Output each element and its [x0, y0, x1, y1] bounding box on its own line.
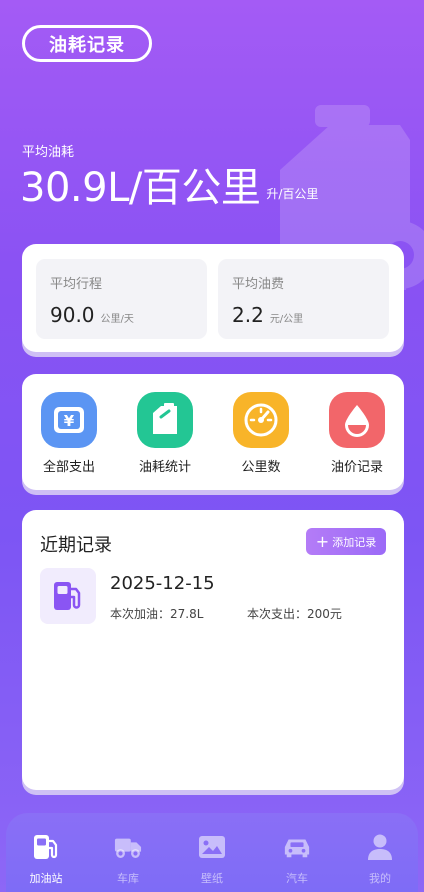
quick-actions-card: ¥ 全部支出 油耗统计 公里数 油价记录	[22, 374, 404, 490]
avg-trip-unit: 公里/天	[100, 314, 134, 325]
avg-trip-value-row: 90.0 公里/天	[50, 303, 134, 327]
action-mileage[interactable]: 公里数	[226, 392, 296, 475]
avg-trip-box: 平均行程 90.0 公里/天	[36, 259, 207, 339]
avg-consumption-value: 30.9L/百公里	[20, 165, 261, 211]
avg-trip-value: 90.0	[50, 303, 95, 327]
oil-drop-icon	[329, 392, 385, 448]
avg-fuel-cost-value-row: 2.2 元/公里	[232, 303, 303, 327]
action-mileage-label: 公里数	[241, 460, 281, 475]
tab-garage[interactable]: 车库	[98, 833, 158, 886]
avg-fuel-cost-box: 平均油费 2.2 元/公里	[218, 259, 389, 339]
avg-consumption: 30.9L/百公里 升/百公里	[20, 164, 318, 212]
avg-fuel-cost-unit: 元/公里	[269, 314, 304, 325]
recent-records-card: 近期记录 + 添加记录 2025-12-15 本次加油：27.8L 本次支出：2…	[22, 510, 404, 790]
speedometer-icon	[233, 392, 289, 448]
car-icon	[283, 833, 311, 861]
user-icon	[366, 833, 394, 861]
truck-icon	[114, 833, 142, 861]
avg-trip-label: 平均行程	[50, 277, 103, 292]
plus-icon: +	[315, 531, 330, 551]
action-all-expenses[interactable]: ¥ 全部支出	[34, 392, 104, 475]
action-fuel-stats-label: 油耗统计	[138, 460, 191, 475]
tab-garage-label: 车库	[117, 872, 139, 885]
action-oil-price[interactable]: 油价记录	[322, 392, 392, 475]
tab-profile[interactable]: 我的	[350, 833, 410, 886]
tab-wallpaper-label: 壁纸	[201, 872, 223, 885]
bottom-tab-bar: 加油站 车库 壁纸 汽车 我的	[6, 813, 418, 892]
svg-text:¥: ¥	[64, 412, 75, 430]
stats-card: 平均行程 90.0 公里/天 平均油费 2.2 元/公里	[22, 244, 404, 352]
avg-consumption-label: 平均油耗	[22, 145, 75, 160]
tab-wallpaper[interactable]: 壁纸	[182, 833, 242, 886]
avg-fuel-cost-label: 平均油费	[232, 277, 285, 292]
record-fill-amount: 本次加油：27.8L	[110, 607, 204, 621]
page-title-pill: 油耗记录	[22, 25, 152, 62]
record-spend-amount: 本次支出：200元	[247, 607, 342, 621]
tab-car-label: 汽车	[286, 872, 308, 885]
tab-car[interactable]: 汽车	[267, 833, 327, 886]
gas-pump-icon	[40, 568, 96, 624]
action-all-expenses-label: 全部支出	[42, 460, 95, 475]
avg-consumption-unit: 升/百公里	[266, 187, 319, 201]
add-record-label: 添加记录	[332, 535, 377, 549]
record-date: 2025-12-15	[110, 573, 215, 594]
tab-gas-station-label: 加油站	[29, 872, 63, 885]
gas-station-icon	[32, 833, 60, 861]
yen-wallet-icon: ¥	[41, 392, 97, 448]
tab-profile-label: 我的	[369, 872, 391, 885]
action-fuel-stats[interactable]: 油耗统计	[130, 392, 200, 475]
picture-icon	[198, 833, 226, 861]
fuel-can-icon	[137, 392, 193, 448]
add-record-button[interactable]: + 添加记录	[306, 528, 386, 555]
avg-fuel-cost-value: 2.2	[232, 303, 264, 327]
action-oil-price-label: 油价记录	[330, 460, 383, 475]
tab-gas-station[interactable]: 加油站	[16, 833, 76, 886]
recent-records-title: 近期记录	[40, 535, 112, 556]
